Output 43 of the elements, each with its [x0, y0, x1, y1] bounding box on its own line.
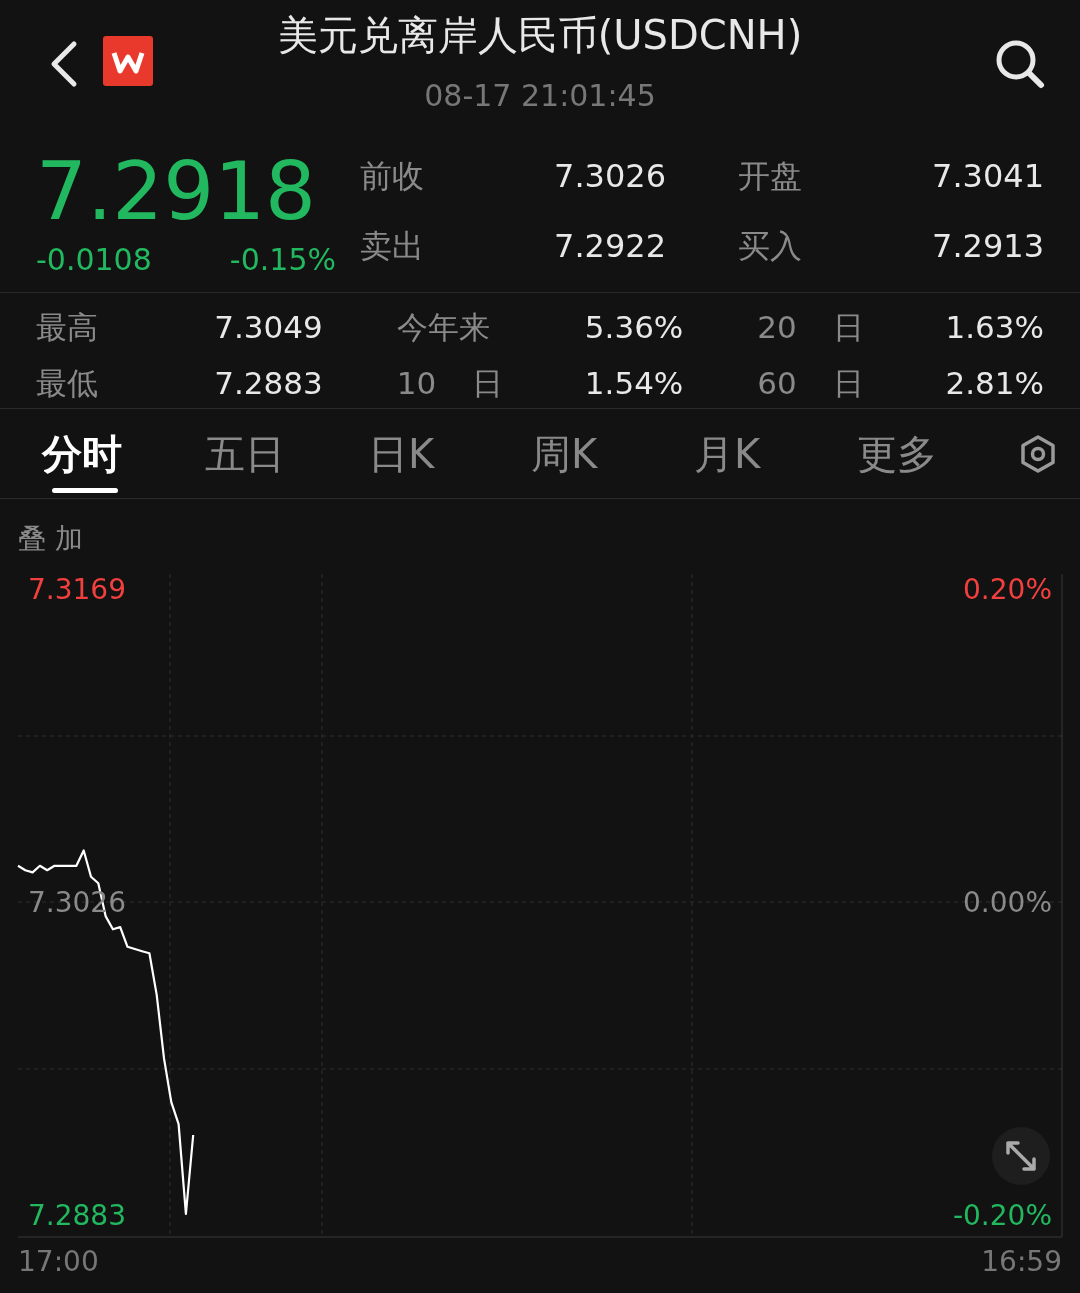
stat-value: 7.2883	[214, 364, 323, 403]
axis-label: 0.00%	[963, 885, 1052, 921]
expand-icon	[1005, 1140, 1037, 1172]
price-change: -0.0108	[36, 241, 152, 279]
stat-label: 买入	[738, 226, 802, 267]
chart-tab[interactable]: 更多	[857, 408, 1020, 499]
chart-tab[interactable]: 月K	[694, 408, 857, 499]
time-label: 17:00	[18, 1244, 99, 1280]
stat-value: 7.3049	[214, 308, 323, 347]
stat-label: 20 日	[757, 308, 864, 347]
axis-label: 0.20%	[963, 572, 1052, 608]
timestamp: 08-17 21:01:45	[424, 77, 656, 115]
chart-tab[interactable]: 周K	[531, 408, 694, 499]
stat-value: 7.2913	[932, 226, 1044, 267]
chart-tab[interactable]: 日K	[368, 408, 531, 499]
stat-value: 7.3041	[932, 156, 1044, 197]
current-price: 7.2918	[36, 144, 317, 240]
stat-label: 最高	[36, 308, 98, 347]
stat-label: 开盘	[738, 156, 802, 197]
stat-value: 1.63%	[945, 308, 1044, 347]
settings-icon[interactable]	[1020, 433, 1056, 474]
price-change-percent: -0.15%	[229, 241, 336, 279]
stat-value: 7.2922	[554, 226, 666, 267]
stat-label: 最低	[36, 364, 98, 403]
stat-label: 卖出	[360, 226, 424, 267]
chart-tab[interactable]: 分时	[42, 408, 205, 499]
stat-value: 5.36%	[584, 308, 684, 347]
search-icon[interactable]	[994, 38, 1046, 90]
stat-label: 60 日	[757, 364, 864, 403]
axis-label: 7.2883	[28, 1198, 126, 1234]
stat-value: 1.54%	[584, 364, 684, 403]
time-label: 16:59	[981, 1244, 1062, 1280]
overlay-button[interactable]: 叠 加	[18, 521, 83, 557]
chart-tab[interactable]: 五日	[205, 408, 368, 499]
stat-label: 前收	[360, 156, 424, 197]
stat-value: 7.3026	[554, 156, 666, 197]
stat-value: 2.81%	[945, 364, 1044, 403]
stat-label: 今年来	[396, 308, 490, 347]
w-logo-icon[interactable]	[103, 36, 153, 86]
stat-label: 10 日	[396, 364, 503, 403]
page-title: 美元兑离岸人民币(USDCNH)	[277, 11, 803, 60]
axis-label: -0.20%	[952, 1198, 1052, 1234]
axis-label: 7.3169	[28, 572, 126, 608]
